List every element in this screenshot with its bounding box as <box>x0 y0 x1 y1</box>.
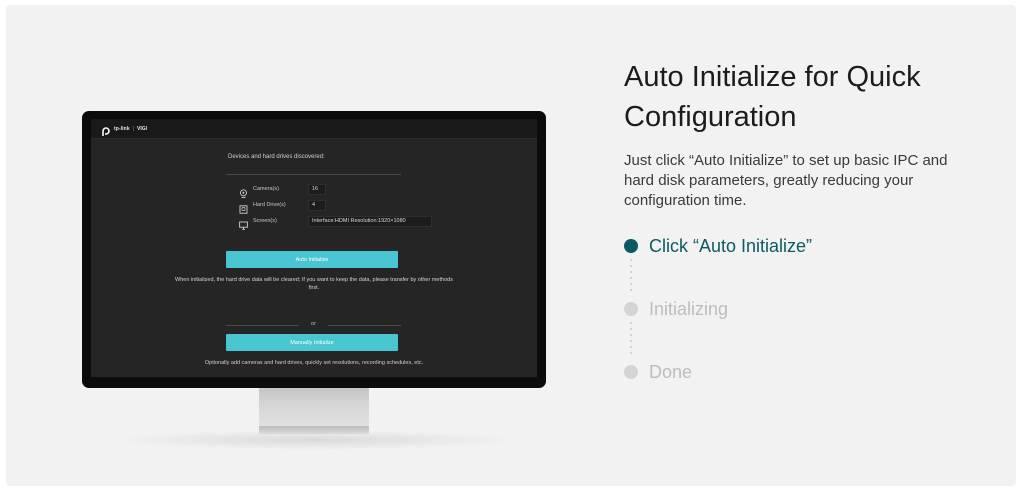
monitor-base <box>259 426 369 434</box>
camera-icon <box>239 185 248 198</box>
or-line-right <box>328 325 401 326</box>
page-title: Auto Initialize for Quick Configuration <box>624 61 921 133</box>
step-active-dot-icon <box>624 239 638 253</box>
screen-info: Interface:HDMI Resolution:1920×1080 <box>308 215 432 227</box>
warning-text: When initialized, the hard drive data wi… <box>175 277 453 291</box>
step-connector <box>630 257 632 295</box>
step-initializing[interactable]: Initializing <box>624 298 728 320</box>
monitor-icon <box>239 217 248 230</box>
logo-separator: | <box>132 126 135 132</box>
hard-drive-icon <box>239 201 248 214</box>
or-divider: or <box>226 321 401 329</box>
step-connector <box>630 320 632 358</box>
camera-label: Camera(s) <box>253 186 279 192</box>
step-click-auto-initialize[interactable]: Click “Auto Initialize” <box>624 235 812 257</box>
divider <box>226 174 401 175</box>
tp-link-logo: tp-link | VIGI <box>101 123 148 136</box>
screen-label: Screen(s) <box>253 218 277 224</box>
monitor-screen: tp-link | VIGI Devices and hard drives d… <box>91 119 537 377</box>
step-done[interactable]: Done <box>624 361 692 383</box>
logo-brand-text: tp-link <box>114 126 130 132</box>
hard-drive-count: 4 <box>308 199 326 211</box>
step-inactive-dot-icon <box>624 302 638 316</box>
feature-description: Just click “Auto Initialize” to set up b… <box>624 152 948 209</box>
monitor: tp-link | VIGI Devices and hard drives d… <box>82 111 546 388</box>
auto-initialize-button[interactable]: Auto Initialize <box>226 251 398 268</box>
screen-row: Screen(s) Interface:HDMI Resolution:1920… <box>239 215 432 230</box>
hard-drive-row: Hard Drive(s) 4 <box>239 199 326 214</box>
step-label: Initializing <box>649 298 729 319</box>
or-text: or <box>311 321 316 327</box>
camera-count: 16 <box>308 183 326 195</box>
camera-row: Camera(s) 16 <box>239 183 326 198</box>
step-inactive-dot-icon <box>624 365 638 379</box>
logo-product-text: VIGI <box>137 126 148 132</box>
screen-titlebar: tp-link | VIGI <box>91 119 537 139</box>
tp-link-logo-icon <box>101 124 111 136</box>
hard-drive-label: Hard Drive(s) <box>253 202 286 208</box>
step-label: Click “Auto Initialize” <box>649 235 813 256</box>
discovered-label: Devices and hard drives discovered: <box>228 154 325 160</box>
monitor-stand <box>259 388 369 428</box>
step-label: Done <box>649 361 693 382</box>
manually-initialize-button[interactable]: Manually Initialize <box>226 334 398 351</box>
optional-text: Optionally add cameras and hard drives, … <box>204 360 424 366</box>
